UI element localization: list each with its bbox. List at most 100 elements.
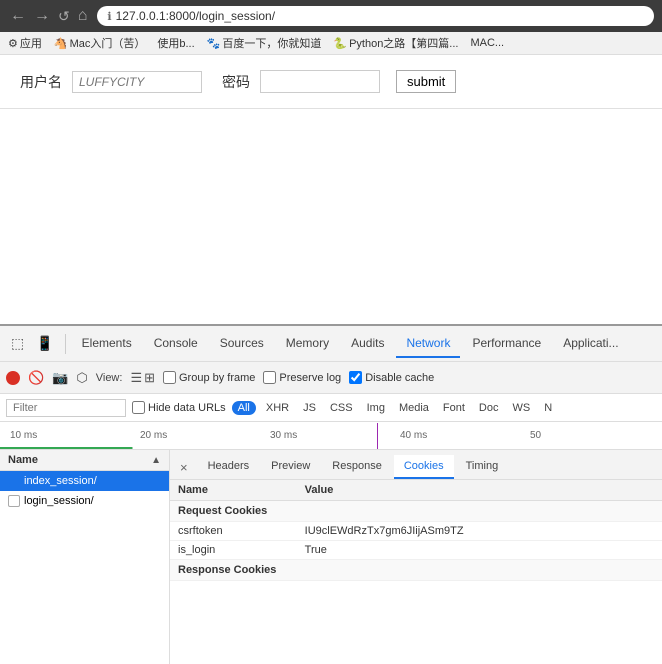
cookie-value-islogin: True xyxy=(297,541,662,560)
devtools-tabs-bar: ⬚ 📱 Elements Console Sources Memory Audi… xyxy=(0,326,662,362)
detail-tab-cookies[interactable]: Cookies xyxy=(394,455,454,479)
network-toolbar: 🚫 📷 ⬡ View: ☰ ⊞ Group by frame Preserve … xyxy=(0,362,662,394)
bookmark-baidu[interactable]: 🐾 百度一下，你就知道 xyxy=(207,35,322,51)
cookie-value-csrftoken: IU9clEWdRzTx7gm6JIijASm9TZ xyxy=(297,522,662,541)
filter-img[interactable]: Img xyxy=(363,401,389,415)
filter-doc[interactable]: Doc xyxy=(475,401,503,415)
camera-button[interactable]: 📷 xyxy=(52,370,68,386)
tab-performance[interactable]: Performance xyxy=(462,330,551,358)
cookies-table: Name Value Request Cookies csrftoken IU9… xyxy=(170,480,662,581)
address-icon: ℹ xyxy=(107,10,111,23)
forward-button[interactable]: → xyxy=(32,7,52,25)
timeline-marker xyxy=(377,423,378,449)
table-row[interactable]: csrftoken IU9clEWdRzTx7gm6JIijASm9TZ xyxy=(170,522,662,541)
timeline-10ms: 10 ms xyxy=(6,430,136,441)
filmstrip-view-button[interactable]: ⊞ xyxy=(144,370,155,386)
timeline-line xyxy=(0,447,662,449)
filter-js[interactable]: JS xyxy=(299,401,320,415)
detail-tab-timing[interactable]: Timing xyxy=(456,455,509,479)
tab-application[interactable]: Applicati... xyxy=(553,330,628,358)
filter-css[interactable]: CSS xyxy=(326,401,357,415)
devtools-separator xyxy=(65,334,66,354)
submit-button[interactable]: submit xyxy=(396,70,456,93)
cookies-value-header: Value xyxy=(297,480,662,501)
close-detail-button[interactable]: × xyxy=(176,456,192,479)
group-by-frame-checkbox[interactable] xyxy=(163,371,176,384)
bookmark-apps[interactable]: ⚙ 应用 xyxy=(8,35,42,51)
cookie-name-csrftoken: csrftoken xyxy=(170,522,297,541)
hide-data-urls-checkbox[interactable] xyxy=(132,401,145,414)
bookmark-mac[interactable]: 🐴 Mac入门（苦） xyxy=(54,35,145,51)
request-cookies-label: Request Cookies xyxy=(170,501,662,522)
filter-all-button[interactable]: All xyxy=(232,401,256,415)
favicon-index xyxy=(8,475,20,487)
detail-tab-preview[interactable]: Preview xyxy=(261,455,320,479)
tab-audits[interactable]: Audits xyxy=(341,330,394,358)
group-by-frame-label[interactable]: Group by frame xyxy=(163,371,255,384)
detail-panel: × Headers Preview Response Cookies Timin… xyxy=(170,450,662,664)
name-item-index[interactable]: index_session/ xyxy=(0,471,169,491)
table-row[interactable]: is_login True xyxy=(170,541,662,560)
response-cookies-section: Response Cookies xyxy=(170,560,662,581)
timeline-20ms: 20 ms xyxy=(136,430,266,441)
password-input[interactable] xyxy=(260,70,380,93)
timeline-bar: 10 ms 20 ms 30 ms 40 ms 50 xyxy=(0,422,662,450)
name-item-login[interactable]: login_session/ xyxy=(0,491,169,511)
cookies-name-header: Name xyxy=(170,480,297,501)
clear-button[interactable]: 🚫 xyxy=(28,370,44,386)
timeline-40ms: 40 ms xyxy=(396,430,526,441)
name-item-index-label: index_session/ xyxy=(24,475,97,487)
preserve-log-label[interactable]: Preserve log xyxy=(263,371,341,384)
bookmark-python[interactable]: 🐍 Python之路【第四篇... xyxy=(333,35,458,51)
preserve-log-checkbox[interactable] xyxy=(263,371,276,384)
filter-bar: Hide data URLs All XHR JS CSS Img Media … xyxy=(0,394,662,422)
response-cookies-label: Response Cookies xyxy=(170,560,662,581)
devtools-cursor-icon[interactable]: ⬚ xyxy=(6,331,29,356)
disable-cache-checkbox[interactable] xyxy=(349,371,362,384)
username-label: 用户名 xyxy=(20,72,62,92)
page-content: 用户名 密码 submit xyxy=(0,55,662,109)
record-button[interactable] xyxy=(6,371,20,385)
timeline-50: 50 xyxy=(526,430,656,441)
hide-data-urls-label[interactable]: Hide data URLs xyxy=(132,401,226,414)
main-panel: Name ▲ index_session/ login_session/ × H… xyxy=(0,450,662,664)
browser-chrome: ← → ↺ ⌂ ℹ 127.0.0.1:8000/login_session/ xyxy=(0,0,662,32)
filter-button[interactable]: ⬡ xyxy=(76,370,87,386)
favicon-login xyxy=(8,495,20,507)
home-button[interactable]: ⌂ xyxy=(76,7,90,25)
address-text: 127.0.0.1:8000/login_session/ xyxy=(116,9,275,23)
reload-button[interactable]: ↺ xyxy=(56,7,72,25)
filter-ws[interactable]: WS xyxy=(508,401,534,415)
filter-n[interactable]: N xyxy=(540,401,556,415)
cookie-name-islogin: is_login xyxy=(170,541,297,560)
devtools-panel: ⬚ 📱 Elements Console Sources Memory Audi… xyxy=(0,324,662,664)
filter-xhr[interactable]: XHR xyxy=(262,401,293,415)
name-panel: Name ▲ index_session/ login_session/ xyxy=(0,450,170,664)
address-bar[interactable]: ℹ 127.0.0.1:8000/login_session/ xyxy=(97,6,654,26)
name-header: Name ▲ xyxy=(0,450,169,471)
filter-input[interactable] xyxy=(6,399,126,417)
tab-sources[interactable]: Sources xyxy=(210,330,274,358)
filter-font[interactable]: Font xyxy=(439,401,469,415)
devtools-mobile-icon[interactable]: 📱 xyxy=(31,331,58,356)
page-spacer xyxy=(0,109,662,269)
detail-tabs-bar: × Headers Preview Response Cookies Timin… xyxy=(170,450,662,480)
bookmark-use[interactable]: 使用b... xyxy=(157,35,194,51)
back-button[interactable]: ← xyxy=(8,7,28,25)
filter-media[interactable]: Media xyxy=(395,401,433,415)
list-view-button[interactable]: ☰ xyxy=(130,370,142,386)
detail-tab-headers[interactable]: Headers xyxy=(198,455,260,479)
bookmark-mac2[interactable]: MAC... xyxy=(470,37,504,49)
tab-memory[interactable]: Memory xyxy=(276,330,339,358)
tab-elements[interactable]: Elements xyxy=(72,330,142,358)
disable-cache-label[interactable]: Disable cache xyxy=(349,371,434,384)
username-input[interactable] xyxy=(72,71,202,93)
view-label: View: xyxy=(96,372,123,384)
bookmarks-bar: ⚙ 应用 🐴 Mac入门（苦） 使用b... 🐾 百度一下，你就知道 🐍 Pyt… xyxy=(0,32,662,55)
name-column-label: Name xyxy=(8,454,38,466)
detail-tab-response[interactable]: Response xyxy=(322,455,392,479)
tab-console[interactable]: Console xyxy=(144,330,208,358)
password-label: 密码 xyxy=(222,72,250,92)
tab-network[interactable]: Network xyxy=(396,330,460,358)
cookies-content: Name Value Request Cookies csrftoken IU9… xyxy=(170,480,662,664)
